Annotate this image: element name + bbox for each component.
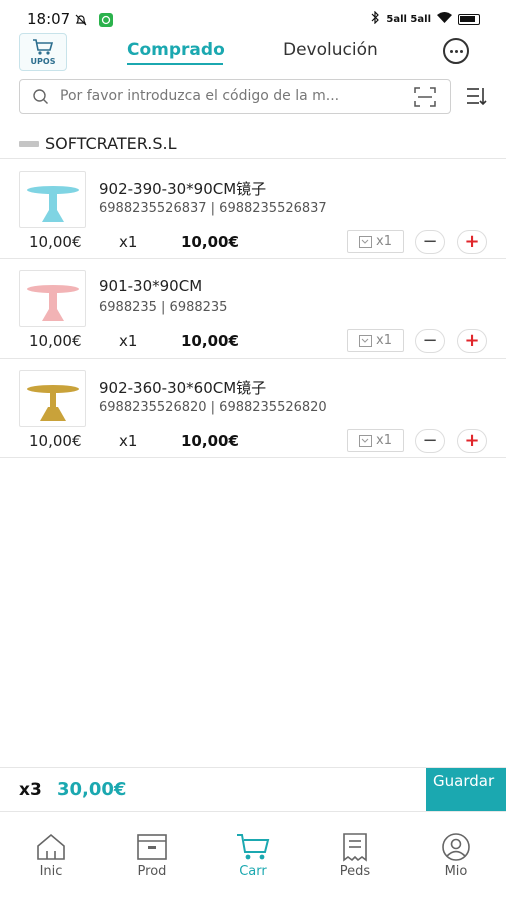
nav-label: Prod (137, 864, 167, 879)
search-icon (32, 88, 50, 110)
product-image (19, 171, 86, 228)
unit-price: 10,00€ (29, 233, 82, 251)
battery-icon (458, 13, 480, 25)
cart-item[interactable]: 902-390-30*90CM镜子 6988235526837 | 698823… (0, 160, 506, 258)
user-icon (442, 833, 470, 861)
search-bar[interactable]: Por favor introduzca el código de la m..… (19, 79, 451, 114)
decrease-button[interactable]: − (415, 429, 445, 453)
note-qty: x1 (376, 333, 392, 348)
bluetooth-icon (371, 10, 380, 27)
line-total: 10,00€ (181, 432, 239, 450)
box-icon (137, 834, 167, 860)
nav-label: Carr (239, 864, 267, 879)
status-time: 18:07 (27, 10, 71, 28)
quantity: x1 (119, 233, 138, 251)
cart-item[interactable]: 901-30*90CM 6988235 | 6988235 10,00€ x1 … (0, 259, 506, 357)
nav-item-productos[interactable]: Prod (117, 832, 187, 879)
home-icon (37, 833, 65, 860)
tab-comprado[interactable]: Comprado (127, 40, 225, 60)
logo-cart-icon (33, 39, 54, 55)
increase-button[interactable]: + (457, 230, 487, 254)
note-icon (359, 334, 373, 347)
more-dot-icon (454, 49, 458, 53)
unit-price: 10,00€ (29, 432, 82, 450)
nav-label: Mio (444, 864, 468, 879)
gift-note-button[interactable]: x1 (347, 329, 404, 352)
product-name: 902-390-30*90CM镜子 (99, 180, 267, 198)
scan-icon[interactable] (414, 87, 436, 111)
decrease-button[interactable]: − (415, 329, 445, 353)
save-button[interactable]: Guardar (426, 768, 506, 812)
line-total: 10,00€ (181, 332, 239, 350)
note-qty: x1 (376, 433, 392, 448)
note-icon (359, 235, 373, 248)
nav-item-carrito[interactable]: Carr (218, 832, 288, 879)
nav-item-inicio[interactable]: Inic (16, 832, 86, 879)
wechat-icon (99, 12, 113, 31)
cart-item[interactable]: 902-360-30*60CM镜子 6988235526820 | 698823… (0, 359, 506, 457)
gift-note-button[interactable]: x1 (347, 429, 404, 452)
total-amount: 30,00€ (57, 779, 127, 800)
more-options-button[interactable] (443, 38, 469, 64)
alarm-off-icon (74, 12, 88, 31)
quantity: x1 (119, 432, 138, 450)
note-icon (359, 434, 373, 447)
gift-note-button[interactable]: x1 (347, 230, 404, 253)
increase-button[interactable]: + (457, 429, 487, 453)
store-name: SOFTCRATER.S.L (45, 134, 177, 153)
store-logo (19, 140, 39, 147)
product-name: 901-30*90CM (99, 277, 203, 295)
more-dot-icon (449, 49, 453, 53)
nav-item-pedidos[interactable]: Peds (320, 832, 390, 879)
quantity: x1 (119, 332, 138, 350)
line-total: 10,00€ (181, 233, 239, 251)
product-name: 902-360-30*60CM镜子 (99, 379, 267, 397)
total-count: x3 (19, 780, 42, 800)
product-barcode: 6988235526837 | 6988235526837 (99, 201, 327, 216)
bottom-nav: Inic Prod Carr Peds Mio (0, 811, 506, 900)
unit-price: 10,00€ (29, 332, 82, 350)
tab-devolucion[interactable]: Devolución (283, 40, 378, 60)
product-barcode: 6988235 | 6988235 (99, 300, 228, 315)
tab-active-indicator (127, 63, 223, 65)
cart-icon (237, 834, 270, 860)
search-input[interactable]: Por favor introduzca el código de la m..… (60, 88, 339, 104)
store-header: SOFTCRATER.S.L (19, 134, 177, 153)
divider (0, 457, 506, 458)
nav-label: Inic (39, 864, 63, 879)
decrease-button[interactable]: − (415, 230, 445, 254)
cart-summary-bar: x3 30,00€ Guardar (0, 767, 506, 812)
nav-item-mio[interactable]: Mio (421, 832, 491, 879)
divider (0, 158, 506, 159)
product-image (19, 370, 86, 427)
orders-icon (343, 833, 367, 862)
wifi-icon (437, 12, 452, 26)
nav-label: Peds (339, 864, 371, 879)
signal-icon: 5all 5all (386, 13, 431, 25)
more-dot-icon (459, 49, 463, 53)
product-barcode: 6988235526820 | 6988235526820 (99, 400, 327, 415)
product-image (19, 270, 86, 327)
note-qty: x1 (376, 234, 392, 249)
increase-button[interactable]: + (457, 329, 487, 353)
header: UPOS Comprado Devolución (0, 30, 506, 74)
logo-text: UPOS (30, 57, 56, 66)
filter-icon[interactable] (466, 86, 488, 110)
app-logo: UPOS (19, 33, 67, 71)
